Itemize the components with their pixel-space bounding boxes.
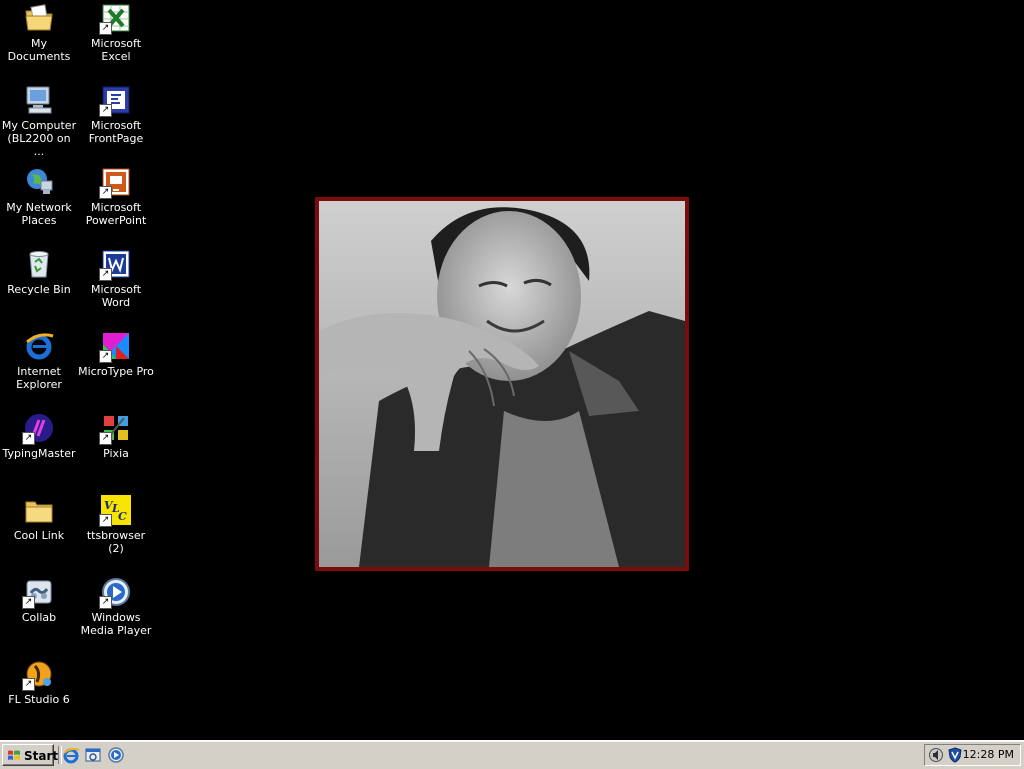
shortcut-arrow-icon: ↗ — [99, 432, 112, 445]
powerpoint-icon: ↗ — [99, 166, 132, 199]
desktop-icon-label: Internet Explorer — [16, 365, 62, 391]
desktop-icon-label: Microsoft Word — [90, 283, 142, 309]
desktop-icon-label: Microsoft Excel — [90, 37, 142, 63]
shortcut-arrow-icon: ↗ — [99, 268, 112, 281]
shortcut-arrow-icon: ↗ — [99, 350, 112, 363]
clock[interactable]: 12:28 PM — [963, 748, 1014, 761]
shortcut-arrow-icon: ↗ — [99, 186, 112, 199]
fl-studio-icon: ↗ — [22, 658, 55, 691]
shortcut-arrow-icon: ↗ — [22, 596, 35, 609]
desktop-icon-label: My Computer (BL2200 on ... — [1, 119, 77, 158]
desktop-icon-label: Microsoft FrontPage — [88, 119, 144, 145]
desktop-icon-label: TypingMaster — [2, 447, 76, 460]
desktop-icon-recycle-bin[interactable]: Recycle Bin — [0, 248, 78, 296]
desktop-icon-microsoft-excel[interactable]: ↗ Microsoft Excel — [77, 2, 155, 63]
desktop-icon-my-documents[interactable]: My Documents — [0, 2, 78, 63]
recycle-bin-icon — [23, 248, 55, 280]
desktop-icon-cool-link[interactable]: Cool Link — [0, 494, 78, 542]
desktop-icon-microsoft-powerpoint[interactable]: ↗ Microsoft PowerPoint — [77, 166, 155, 227]
desktop-icon-pixia[interactable]: ↗ Pixia — [77, 412, 155, 460]
word-icon: ↗ — [99, 248, 132, 281]
start-button[interactable]: Start — [2, 744, 58, 766]
show-desktop-icon[interactable] — [84, 746, 102, 764]
shortcut-arrow-icon: ↗ — [22, 678, 35, 691]
start-label: Start — [24, 749, 59, 763]
system-tray: 12:28 PM — [924, 744, 1021, 766]
collab-icon: ↗ — [22, 576, 55, 609]
desktop-icon-label: My Network Places — [6, 201, 72, 227]
desktop-icon-my-network-places[interactable]: My Network Places — [0, 166, 78, 227]
desktop-icon-label: Windows Media Player — [80, 611, 152, 637]
media-player-icon: ↗ — [99, 576, 132, 609]
folder-documents-icon — [23, 2, 55, 34]
shield-icon[interactable] — [947, 747, 963, 763]
desktop-icon-typingmaster[interactable]: ↗ TypingMaster — [0, 412, 78, 460]
internet-explorer-icon — [23, 330, 55, 362]
desktop-icon-ttsbrowser[interactable]: VLC ↗ ttsbrowser (2) — [77, 494, 155, 555]
desktop-icon-my-computer[interactable]: My Computer (BL2200 on ... — [0, 84, 78, 158]
desktop-icon-internet-explorer[interactable]: Internet Explorer — [0, 330, 78, 391]
desktop-icon-label: Pixia — [103, 447, 129, 460]
shortcut-arrow-icon: ↗ — [99, 104, 112, 117]
vlc-tts-icon: VLC ↗ — [99, 494, 132, 527]
desktop-icon-windows-media-player[interactable]: ↗ Windows Media Player — [77, 576, 155, 637]
speaker-icon[interactable] — [928, 747, 944, 763]
shortcut-arrow-icon: ↗ — [99, 22, 112, 35]
taskbar: Start 12:28 PM — [0, 740, 1024, 769]
svg-text:C: C — [118, 510, 127, 523]
pixia-icon: ↗ — [99, 412, 132, 445]
desktop-icon-collab[interactable]: ↗ Collab — [0, 576, 78, 624]
desktop-icon-label: Recycle Bin — [7, 283, 71, 296]
desktop-icon-label: MicroType Pro — [78, 365, 154, 378]
desktop-icon-microsoft-word[interactable]: ↗ Microsoft Word — [77, 248, 155, 309]
desktop-icon-label: ttsbrowser (2) — [86, 529, 146, 555]
shortcut-arrow-icon: ↗ — [99, 514, 112, 527]
desktop: My Documents My Computer (BL2200 on ... … — [0, 0, 1024, 740]
media-player-icon[interactable] — [107, 746, 125, 764]
desktop-icon-label: FL Studio 6 — [8, 693, 70, 706]
desktop-icon-fl-studio[interactable]: ↗ FL Studio 6 — [0, 658, 78, 706]
typingmaster-icon: ↗ — [22, 412, 55, 445]
frontpage-icon: ↗ — [99, 84, 132, 117]
microtype-icon: ↗ — [99, 330, 132, 363]
shortcut-arrow-icon: ↗ — [22, 432, 35, 445]
desktop-icon-label: Collab — [21, 611, 57, 624]
internet-explorer-icon[interactable] — [62, 746, 80, 764]
network-places-icon — [23, 166, 55, 198]
wallpaper-photo — [315, 197, 689, 571]
desktop-icon-microsoft-frontpage[interactable]: ↗ Microsoft FrontPage — [77, 84, 155, 145]
desktop-icon-microtype-pro[interactable]: ↗ MicroType Pro — [77, 330, 155, 378]
folder-icon — [23, 494, 55, 526]
shortcut-arrow-icon: ↗ — [99, 596, 112, 609]
desktop-icon-label: My Documents — [7, 37, 71, 63]
desktop-icon-label: Microsoft PowerPoint — [85, 201, 147, 227]
wallpaper-portrait-image — [319, 201, 685, 567]
excel-icon: ↗ — [99, 2, 132, 35]
computer-icon — [23, 84, 55, 116]
windows-logo-icon — [8, 750, 20, 760]
desktop-icon-label: Cool Link — [13, 529, 65, 542]
